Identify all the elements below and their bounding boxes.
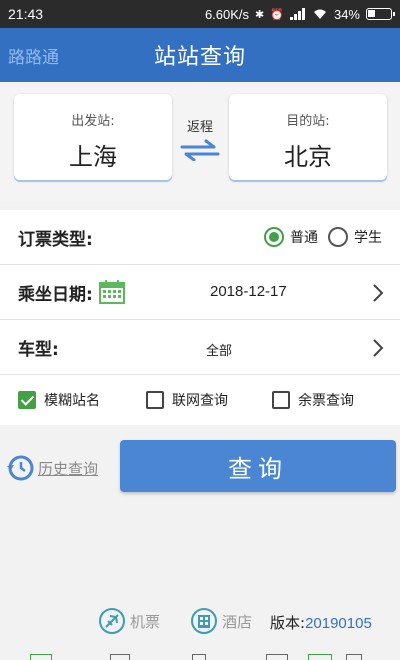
brand-link[interactable]: 路路通 [8,43,59,68]
query-form: 订票类型: 普通 学生 乘坐日期: 2018-12-17 车型: 全部 模糊站名… [0,210,400,425]
departure-station: 上海 [69,143,117,171]
arrival-station-card[interactable]: 目的站: 北京 [229,94,387,180]
bottom-nav-item[interactable] [192,654,206,660]
footer: 机票 酒店 版本:20190105 [0,604,400,636]
radio-student-dot [328,227,348,247]
battery-percent: 34% [333,6,360,22]
flight-link[interactable]: 机票 [98,607,160,635]
train-type-row[interactable]: 车型: 全部 [0,320,400,375]
online-query-checkbox[interactable]: 联网查询 [146,390,272,410]
remaining-tickets-label: 余票查询 [298,393,354,409]
bluetooth-icon: ✱ [255,8,265,21]
page-title: 站站查询 [153,45,246,70]
hotel-link[interactable]: 酒店 [190,607,252,635]
calendar-icon [98,280,125,304]
fuzzy-station-label: 模糊站名 [44,393,100,409]
fuzzy-station-box [18,391,36,409]
remaining-tickets-box [272,391,290,409]
fuzzy-station-checkbox[interactable]: 模糊站名 [18,390,146,410]
radio-student[interactable]: 学生 [328,227,382,247]
station-selector: 出发站: 上海 返程 目的站: 北京 [0,82,400,202]
radio-normal[interactable]: 普通 [264,227,318,247]
app-header: 路路通 站站查询 [0,28,400,82]
train-type-label: 车型: [18,339,59,360]
version-number: 20190105 [305,615,372,632]
chevron-right-icon [373,339,384,357]
ticket-type-options: 普通 学生 [264,227,382,247]
status-time: 21:43 [8,6,44,22]
ticket-type-label: 订票类型: [18,229,93,250]
hotel-label: 酒店 [222,612,253,631]
network-speed: 6.60K/s [204,6,250,22]
radio-normal-label: 普通 [290,230,318,246]
return-label: 返程 [186,120,213,135]
version-info: 版本:20190105 [270,612,372,633]
query-button[interactable]: 查询 [120,440,396,492]
bottom-nav-item[interactable] [346,654,362,660]
train-type-value: 全部 [206,344,233,359]
history-query-link[interactable]: 历史查询 [6,454,98,482]
battery-fill [368,10,375,17]
bottom-nav-item[interactable] [110,654,130,660]
swap-arrows-icon [180,139,220,162]
departure-label: 出发站: [71,114,115,129]
battery-icon [366,8,395,20]
status-right: 6.60K/s ✱ ⏰ 34% [204,6,395,22]
online-query-label: 联网查询 [172,393,228,409]
bottom-nav-item[interactable] [266,654,288,660]
flight-label: 机票 [130,612,161,631]
signal-icon [289,8,305,20]
remaining-tickets-checkbox[interactable]: 余票查询 [272,390,354,410]
history-clock-icon [7,455,34,481]
online-query-box [146,391,164,409]
alarm-icon: ⏰ [270,8,284,21]
arrival-station: 北京 [284,143,332,171]
date-row[interactable]: 乘坐日期: 2018-12-17 [0,265,400,320]
hotel-icon [191,608,217,634]
history-label: 历史查询 [38,459,99,478]
filter-options: 模糊站名 联网查询 余票查询 [0,375,400,425]
wifi-icon [313,9,326,19]
status-bar: 21:43 6.60K/s ✱ ⏰ 34% [0,0,400,28]
chevron-right-icon [373,284,384,302]
date-value: 2018-12-17 [210,283,287,300]
departure-station-card[interactable]: 出发站: 上海 [14,94,172,180]
ticket-type-row: 订票类型: 普通 学生 [0,210,400,265]
radio-normal-dot [264,227,284,247]
bottom-nav-item[interactable] [308,654,332,660]
bottom-nav-edge [0,650,400,660]
bottom-nav-item[interactable] [30,654,52,660]
arrival-label: 目的站: [286,114,330,129]
radio-student-label: 学生 [354,230,382,246]
swap-stations-button[interactable]: 返程 [172,116,228,165]
date-label: 乘坐日期: [18,284,93,305]
plane-icon [99,608,125,634]
version-label: 版本: [270,614,306,632]
